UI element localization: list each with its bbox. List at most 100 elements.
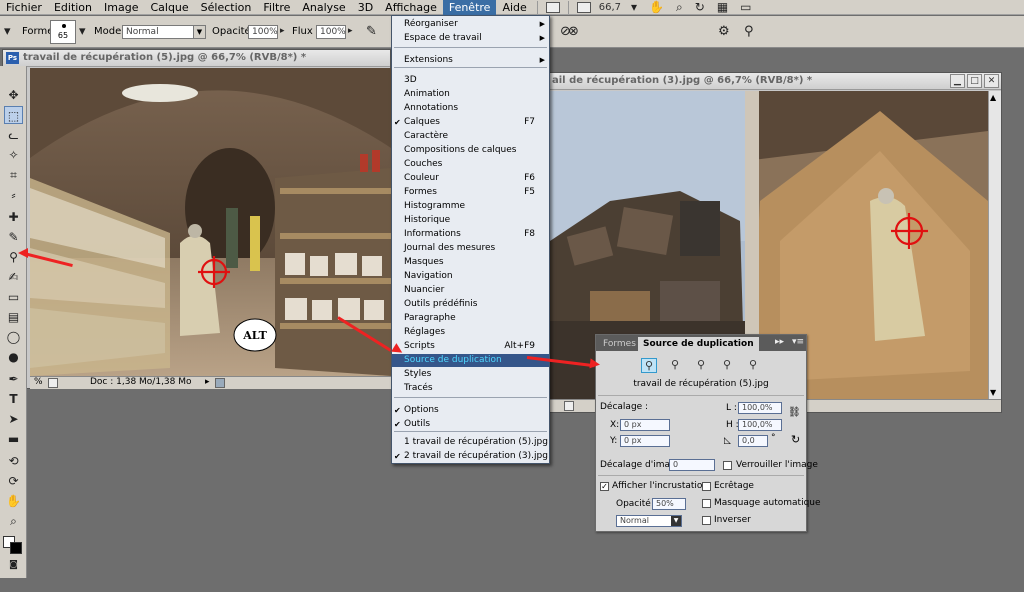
brush-tool-icon[interactable]: ✎ bbox=[4, 228, 23, 246]
crop-tool-icon[interactable]: ⌗ bbox=[4, 166, 23, 184]
menu-item-journal-des-mesures[interactable]: Journal des mesures bbox=[392, 242, 549, 255]
scroll-handle[interactable] bbox=[215, 378, 225, 388]
background-color-swatch[interactable] bbox=[10, 542, 22, 554]
status-icon[interactable] bbox=[48, 378, 58, 388]
menu-item-2-travail-de-recuperation-3-jpg[interactable]: ✔ 2 travail de récupération (3).jpg bbox=[392, 450, 549, 463]
menu-item-espace-de-travail[interactable]: Espace de travail ▶ bbox=[392, 32, 549, 45]
menu-selection[interactable]: Sélection bbox=[195, 0, 258, 15]
tablet-size-icon[interactable]: ⚲ bbox=[744, 24, 754, 39]
type-tool-icon[interactable]: T bbox=[4, 390, 23, 408]
zoom-tool-icon[interactable]: ⌕ bbox=[676, 0, 683, 15]
hand-tool-icon[interactable]: ✋ bbox=[649, 0, 664, 14]
menu-item-compositions-de-calques[interactable]: Compositions de calques bbox=[392, 144, 549, 157]
flux-dropdown-icon[interactable]: ▸ bbox=[348, 26, 353, 36]
eraser-tool-icon[interactable]: ▭ bbox=[4, 288, 23, 306]
airbrush-icon[interactable]: ✎ bbox=[366, 24, 377, 39]
menu-analyse[interactable]: Analyse bbox=[296, 0, 351, 15]
zoom-dropdown-icon[interactable]: ▾ bbox=[631, 0, 637, 14]
rotate-view-icon[interactable]: ↻ bbox=[695, 0, 705, 14]
menu-3d[interactable]: 3D bbox=[352, 0, 379, 15]
tool-preset-icon[interactable]: ▾ bbox=[4, 24, 11, 39]
panel-menu-icon[interactable]: ▾≡ bbox=[792, 337, 804, 347]
menu-item-historique[interactable]: Historique bbox=[392, 214, 549, 227]
height-scale-input[interactable]: 100,0% bbox=[738, 419, 782, 431]
bridge-icon[interactable] bbox=[545, 1, 560, 13]
menu-item-reorganiser[interactable]: Réorganiser ▶ bbox=[392, 18, 549, 31]
menu-item-reglages[interactable]: Réglages bbox=[392, 326, 549, 339]
flux-input[interactable]: 100% bbox=[316, 25, 346, 39]
menu-item-animation[interactable]: Animation bbox=[392, 88, 549, 101]
menu-item-histogramme[interactable]: Histogramme bbox=[392, 200, 549, 213]
menu-item-extensions[interactable]: Extensions ▶ bbox=[392, 54, 549, 67]
clone-source-5-icon[interactable]: ⚲ bbox=[745, 358, 761, 373]
view-extras-icon[interactable] bbox=[576, 1, 591, 13]
pen-tool-icon[interactable]: ✒ bbox=[4, 370, 23, 388]
clone-source-4-icon[interactable]: ⚲ bbox=[719, 358, 735, 373]
invert-checkbox[interactable] bbox=[702, 516, 711, 525]
menu-item-3d[interactable]: 3D bbox=[392, 74, 549, 87]
scroll-up-icon[interactable]: ▲ bbox=[990, 93, 996, 102]
eyedropper-tool-icon[interactable]: ⸗ bbox=[4, 186, 23, 204]
menu-item-traces[interactable]: Tracés bbox=[392, 382, 549, 395]
menu-item-caractere[interactable]: Caractère bbox=[392, 130, 549, 143]
tablet-opacity-icon[interactable]: ⚙ bbox=[718, 24, 730, 39]
path-selection-tool-icon[interactable]: ➤ bbox=[4, 410, 23, 428]
brush-dropdown-icon[interactable]: ▾ bbox=[79, 24, 86, 39]
menu-affichage[interactable]: Affichage bbox=[379, 0, 443, 15]
menu-item-outils[interactable]: ✔ Outils bbox=[392, 418, 549, 431]
tab-formes[interactable]: Formes bbox=[598, 337, 641, 351]
mode-select[interactable]: Normal ▼ bbox=[122, 25, 206, 39]
menu-item-informations[interactable]: Informations F8 bbox=[392, 228, 549, 241]
reset-transform-icon[interactable]: ↻ bbox=[791, 433, 800, 446]
menu-item-nuancier[interactable]: Nuancier bbox=[392, 284, 549, 297]
menu-fenetre[interactable]: Fenêtre bbox=[442, 0, 497, 15]
menu-item-navigation[interactable]: Navigation bbox=[392, 270, 549, 283]
hand-tool-icon[interactable]: ✋ bbox=[4, 492, 23, 510]
vertical-scrollbar[interactable]: ▲ ▼ bbox=[988, 91, 1001, 399]
minimize-icon[interactable]: ▁ bbox=[950, 74, 965, 88]
menu-item-outils-predefinis[interactable]: Outils prédéfinis bbox=[392, 298, 549, 311]
menu-item-options[interactable]: ✔ Options bbox=[392, 404, 549, 417]
brush-preview[interactable]: 65 bbox=[50, 20, 76, 44]
close-icon[interactable]: ✕ bbox=[984, 74, 999, 88]
menu-item-couches[interactable]: Couches bbox=[392, 158, 549, 171]
menu-item-1-travail-de-recuperation-5-jpg[interactable]: 1 travail de récupération (5).jpg bbox=[392, 436, 549, 449]
y-offset-input[interactable]: 0 px bbox=[620, 435, 670, 447]
healing-brush-tool-icon[interactable]: ✚ bbox=[4, 208, 23, 226]
3d-orbit-tool-icon[interactable]: ⟳ bbox=[4, 472, 23, 490]
clone-source-2-icon[interactable]: ⚲ bbox=[667, 358, 683, 373]
shape-tool-icon[interactable]: ▬ bbox=[4, 430, 23, 448]
zoom-tool-icon[interactable]: ⌕ bbox=[4, 512, 23, 530]
menu-item-couleur[interactable]: Couleur F6 bbox=[392, 172, 549, 185]
show-overlay-checkbox[interactable]: ✓ bbox=[600, 482, 609, 491]
document-title-left[interactable]: Ps travail de récupération (5).jpg @ 66,… bbox=[3, 50, 390, 67]
document-window-left[interactable]: Ps travail de récupération (5).jpg @ 66,… bbox=[2, 49, 391, 389]
scroll-down-icon[interactable]: ▼ bbox=[990, 388, 996, 397]
menu-edition[interactable]: Edition bbox=[48, 0, 98, 15]
menu-calque[interactable]: Calque bbox=[144, 0, 194, 15]
magic-wand-tool-icon[interactable]: ✧ bbox=[4, 146, 23, 164]
menu-item-styles[interactable]: Styles bbox=[392, 368, 549, 381]
ignore-adjustment-icon[interactable]: ⊗ bbox=[568, 24, 579, 39]
marquee-tool-icon[interactable]: ⬚ bbox=[4, 106, 23, 124]
3d-rotate-tool-icon[interactable]: ⟲ bbox=[4, 452, 23, 470]
menu-image[interactable]: Image bbox=[98, 0, 144, 15]
dodge-tool-icon[interactable]: ● bbox=[4, 348, 23, 366]
clone-source-3-icon[interactable]: ⚲ bbox=[693, 358, 709, 373]
gradient-tool-icon[interactable]: ▤ bbox=[4, 308, 23, 326]
opacite-dropdown-icon[interactable]: ▸ bbox=[280, 26, 285, 36]
menu-item-paragraphe[interactable]: Paragraphe bbox=[392, 312, 549, 325]
rotation-input[interactable]: 0,0 bbox=[738, 435, 768, 447]
collapse-icon[interactable]: ▸▸ bbox=[775, 337, 784, 347]
auto-hide-checkbox[interactable] bbox=[702, 499, 711, 508]
maximize-icon[interactable]: □ bbox=[967, 74, 982, 88]
clone-source-1-icon[interactable]: ⚲ bbox=[641, 358, 657, 373]
arrange-documents-icon[interactable]: ▦ bbox=[717, 0, 728, 14]
menu-item-calques[interactable]: ✔ Calques F7 bbox=[392, 116, 549, 129]
status-menu-icon[interactable]: ▸ bbox=[205, 377, 210, 387]
tab-source-de-duplication[interactable]: Source de duplication bbox=[638, 337, 759, 351]
width-scale-input[interactable]: 100,0% bbox=[738, 402, 782, 414]
menu-filtre[interactable]: Filtre bbox=[257, 0, 296, 15]
blur-tool-icon[interactable]: ◯ bbox=[4, 328, 23, 346]
document-title-right[interactable]: ail de récupération (3).jpg @ 66,7% (RVB… bbox=[550, 73, 1001, 90]
